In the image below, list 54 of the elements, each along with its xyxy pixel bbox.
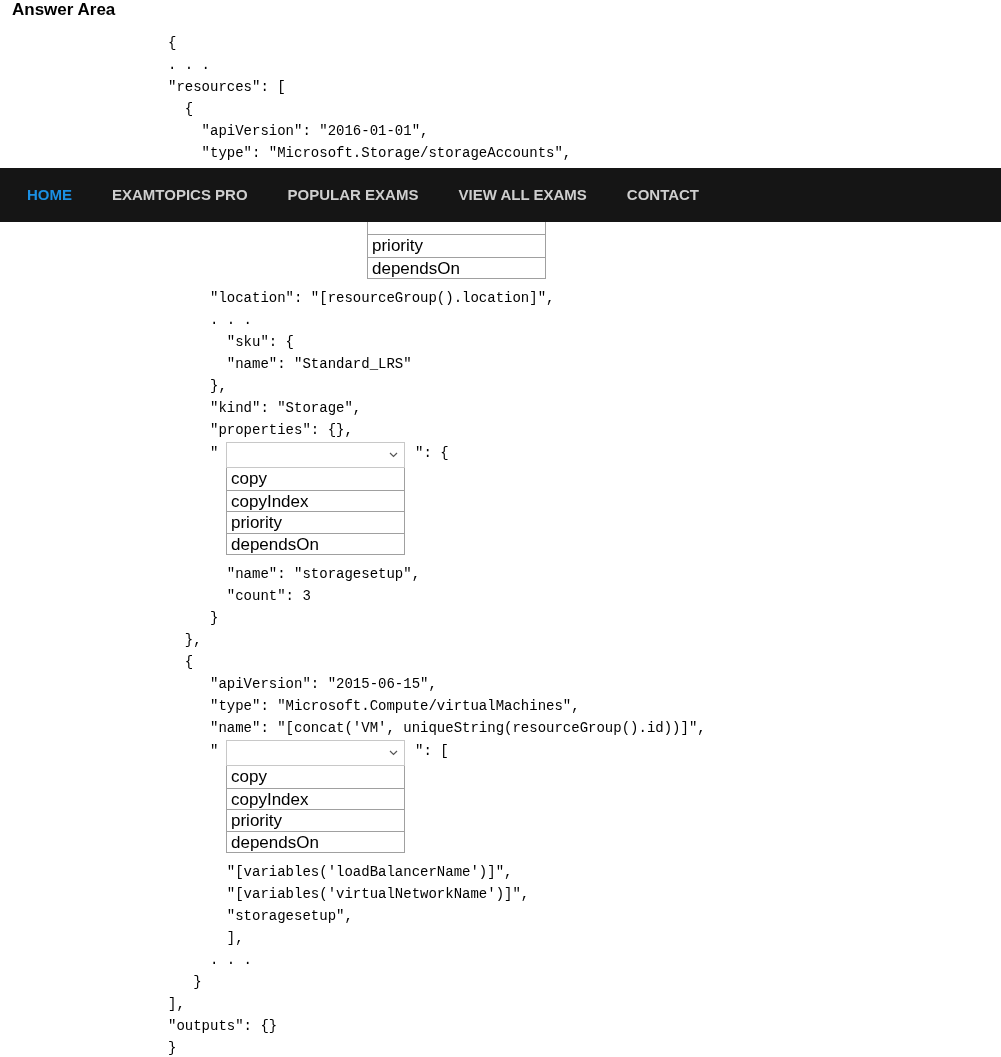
chevron-down-icon bbox=[389, 750, 398, 756]
nav-link[interactable]: HOME bbox=[27, 183, 72, 207]
code-line: { bbox=[183, 100, 194, 119]
nav-link[interactable]: CONTACT bbox=[626, 183, 699, 207]
dropdown-option[interactable]: priority bbox=[227, 809, 404, 831]
code-line: "storagesetup", bbox=[225, 907, 353, 926]
dropdown-option[interactable]: dependsOn bbox=[227, 532, 404, 554]
dropdown-option[interactable]: dependsOn bbox=[227, 830, 404, 852]
code-line: "outputs": {} bbox=[168, 1017, 278, 1036]
code-line: "apiVersion": "2016-01-01", bbox=[200, 122, 429, 141]
code-line: . . . bbox=[209, 311, 252, 330]
code-line: } bbox=[192, 973, 202, 992]
code-line: "name": "storagesetup", bbox=[225, 565, 421, 584]
code-line: ": [ bbox=[415, 742, 449, 761]
dropdown-option[interactable]: copyIndex bbox=[227, 489, 404, 511]
code-line: ": { bbox=[415, 444, 449, 463]
chevron-down-icon bbox=[389, 452, 398, 458]
dropdown-option[interactable]: copy bbox=[227, 468, 404, 490]
dropdown-option[interactable]: copy bbox=[227, 766, 404, 788]
code-line: }, bbox=[209, 377, 227, 396]
code-line: "kind": "Storage", bbox=[209, 399, 362, 418]
code-line: . . . bbox=[209, 951, 252, 970]
code-line: "name": "[concat('VM', uniqueString(resourceGroup().id))]", bbox=[209, 719, 706, 738]
code-line: ], bbox=[225, 929, 244, 948]
code-line: "resources": [ bbox=[168, 78, 286, 97]
dropdown-field[interactable] bbox=[226, 442, 405, 468]
code-line: "type": "Microsoft.Compute/virtualMachines", bbox=[209, 697, 580, 716]
code-line: } bbox=[209, 609, 219, 628]
dropdown-option[interactable]: priority bbox=[227, 511, 404, 533]
dropdown-option[interactable]: priority bbox=[368, 235, 545, 257]
nav-link[interactable]: POPULAR EXAMS bbox=[287, 183, 419, 207]
code-line: { bbox=[168, 34, 177, 53]
code-line: "count": 3 bbox=[225, 587, 311, 606]
code-line: "apiVersion": "2015-06-15", bbox=[209, 675, 437, 694]
dropdown-field[interactable] bbox=[226, 740, 405, 766]
code-line: "properties": {}, bbox=[209, 421, 353, 440]
dropdown-option[interactable]: copyIndex bbox=[227, 787, 404, 809]
code-line: ], bbox=[168, 995, 185, 1014]
nav-link[interactable]: VIEW ALL EXAMS bbox=[458, 183, 587, 207]
code-line: }, bbox=[183, 631, 202, 650]
code-line: "name": "Standard_LRS" bbox=[225, 355, 412, 374]
code-line: "[variables('loadBalancerName')]", bbox=[225, 863, 513, 882]
code-line: . . . bbox=[168, 56, 210, 75]
code-line: " bbox=[210, 742, 220, 761]
code-line: "[variables('virtualNetworkName')]", bbox=[225, 885, 530, 904]
code-line: } bbox=[168, 1039, 177, 1057]
dropdown-option[interactable]: dependsOn bbox=[368, 256, 545, 278]
code-line: "sku": { bbox=[225, 333, 295, 352]
code-line: " bbox=[210, 444, 220, 463]
nav-link[interactable]: EXAMTOPICS PRO bbox=[112, 183, 248, 207]
code-line: "type": "Microsoft.Storage/storageAccounts", bbox=[200, 144, 572, 163]
code-line: "location": "[resourceGroup().location]", bbox=[209, 289, 555, 308]
code-line: { bbox=[183, 653, 194, 672]
heading: Answer Area bbox=[12, 0, 116, 20]
